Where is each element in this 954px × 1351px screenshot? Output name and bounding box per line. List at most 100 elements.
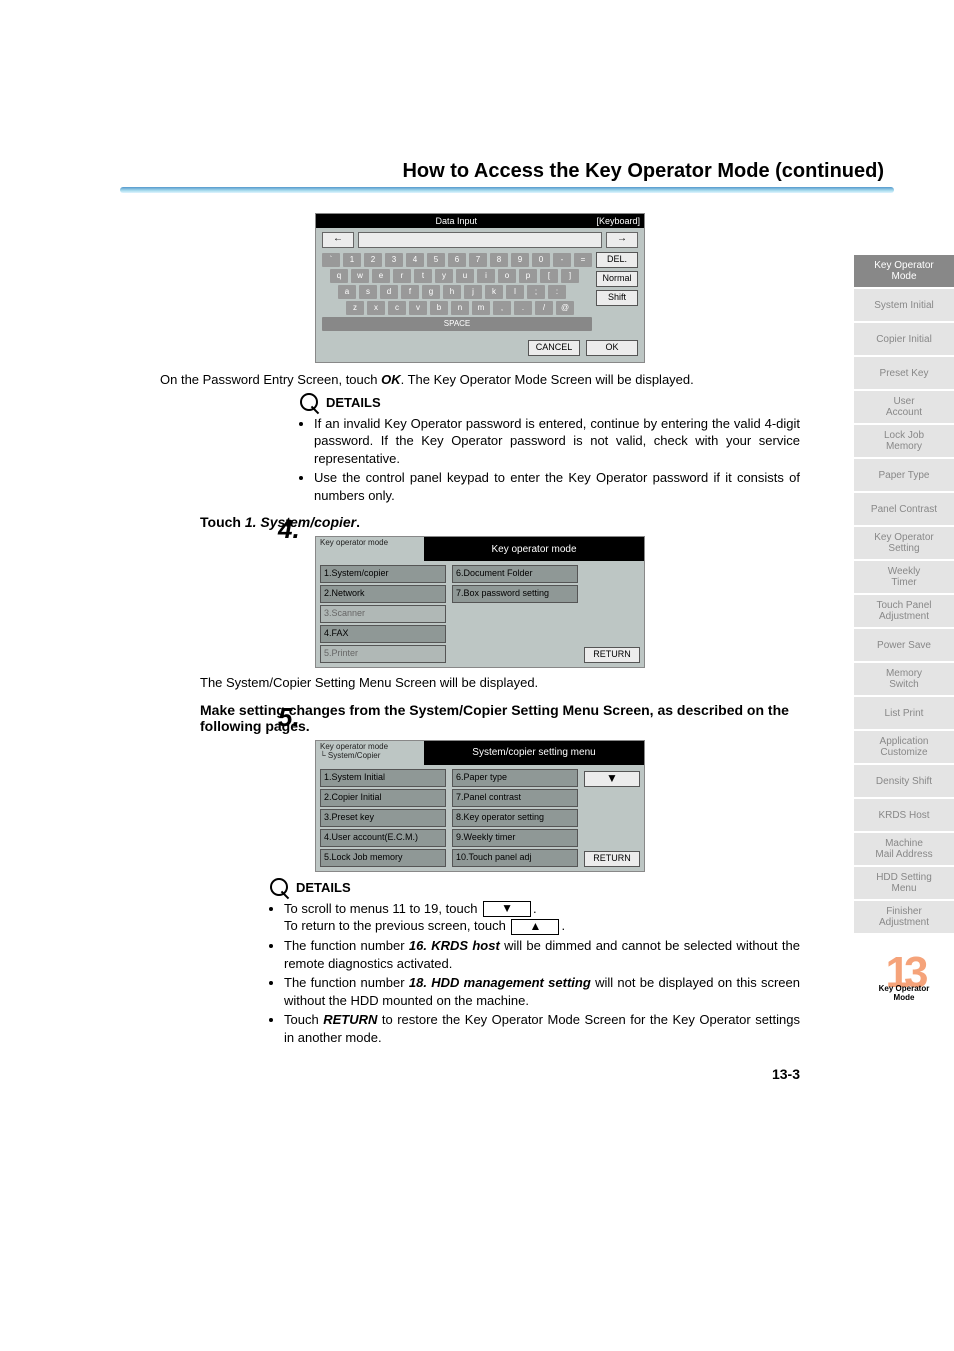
menu1-item[interactable]: 4.FAX bbox=[320, 625, 446, 643]
sidebar-item[interactable]: Density Shift bbox=[854, 765, 954, 799]
kbd-key[interactable]: t bbox=[414, 269, 432, 283]
kbd-key[interactable]: e bbox=[372, 269, 390, 283]
kbd-key[interactable]: 0 bbox=[532, 253, 550, 267]
kbd-shift-button[interactable]: Shift bbox=[596, 290, 638, 306]
menu2-item[interactable]: 3.Preset key bbox=[320, 809, 446, 827]
kbd-key[interactable]: = bbox=[574, 253, 592, 267]
kbd-key[interactable]: m bbox=[472, 301, 490, 315]
sidebar-item[interactable]: ApplicationCustomize bbox=[854, 731, 954, 765]
kbd-key[interactable]: w bbox=[351, 269, 369, 283]
menu1-item[interactable]: 1.System/copier bbox=[320, 565, 446, 583]
kbd-del-button[interactable]: DEL. bbox=[596, 252, 638, 268]
kbd-key[interactable]: o bbox=[498, 269, 516, 283]
kbd-key[interactable]: / bbox=[535, 301, 553, 315]
sidebar-item[interactable]: MachineMail Address bbox=[854, 833, 954, 867]
kbd-key[interactable]: 5 bbox=[427, 253, 445, 267]
kbd-key[interactable]: 1 bbox=[343, 253, 361, 267]
kbd-arrow-right[interactable]: → bbox=[606, 232, 638, 248]
kbd-key[interactable]: q bbox=[330, 269, 348, 283]
sidebar-item[interactable]: Panel Contrast bbox=[854, 493, 954, 527]
sidebar-item[interactable]: UserAccount bbox=[854, 391, 954, 425]
kbd-key[interactable]: , bbox=[493, 301, 511, 315]
kbd-key[interactable]: b bbox=[430, 301, 448, 315]
kbd-key[interactable]: a bbox=[338, 285, 356, 299]
step-5-number: 5. bbox=[278, 702, 300, 733]
kbd-ok-button[interactable]: OK bbox=[586, 340, 638, 356]
sidebar-item[interactable]: Key OperatorSetting bbox=[854, 527, 954, 561]
sidebar-item[interactable]: Power Save bbox=[854, 629, 954, 663]
kbd-space[interactable]: SPACE bbox=[322, 317, 592, 331]
menu2-item[interactable]: 4.User account(E.C.M.) bbox=[320, 829, 446, 847]
menu2-item[interactable]: 6.Paper type bbox=[452, 769, 578, 787]
kbd-text-field[interactable] bbox=[358, 232, 602, 248]
menu2-item[interactable]: 2.Copier Initial bbox=[320, 789, 446, 807]
menu2-title: System/copier setting menu bbox=[424, 741, 644, 765]
kbd-key[interactable]: r bbox=[393, 269, 411, 283]
kbd-key[interactable]: v bbox=[409, 301, 427, 315]
kbd-key[interactable]: z bbox=[346, 301, 364, 315]
sidebar-item[interactable]: Touch PanelAdjustment bbox=[854, 595, 954, 629]
kbd-key[interactable]: h bbox=[443, 285, 461, 299]
menu2-item[interactable]: 1.System Initial bbox=[320, 769, 446, 787]
sidebar-item[interactable]: WeeklyTimer bbox=[854, 561, 954, 595]
kbd-key[interactable]: : bbox=[548, 285, 566, 299]
kbd-key[interactable]: c bbox=[388, 301, 406, 315]
kbd-key[interactable]: y bbox=[435, 269, 453, 283]
kbd-key[interactable]: x bbox=[367, 301, 385, 315]
kbd-key[interactable]: 9 bbox=[511, 253, 529, 267]
sidebar-item[interactable]: MemorySwitch bbox=[854, 663, 954, 697]
menu1-item[interactable]: 7.Box password setting bbox=[452, 585, 578, 603]
menu2-item[interactable]: 7.Panel contrast bbox=[452, 789, 578, 807]
kbd-key[interactable]: ] bbox=[561, 269, 579, 283]
sidebar-item[interactable]: System Initial bbox=[854, 289, 954, 323]
kbd-key[interactable]: 3 bbox=[385, 253, 403, 267]
kbd-key[interactable]: ` bbox=[322, 253, 340, 267]
magnifier-icon bbox=[270, 878, 290, 898]
kbd-key[interactable]: 4 bbox=[406, 253, 424, 267]
kbd-key[interactable]: 2 bbox=[364, 253, 382, 267]
menu2-return-button[interactable]: RETURN bbox=[584, 851, 640, 867]
kbd-key[interactable]: f bbox=[401, 285, 419, 299]
kbd-key[interactable]: @ bbox=[556, 301, 574, 315]
sidebar-item[interactable]: KRDS Host bbox=[854, 799, 954, 833]
sidebar-item[interactable]: Copier Initial bbox=[854, 323, 954, 357]
kbd-key[interactable]: g bbox=[422, 285, 440, 299]
sidebar-item[interactable]: FinisherAdjustment bbox=[854, 901, 954, 935]
menu2-item[interactable]: 8.Key operator setting bbox=[452, 809, 578, 827]
kbd-key[interactable]: - bbox=[553, 253, 571, 267]
kbd-arrow-left[interactable]: ← bbox=[322, 232, 354, 248]
sidebar-item[interactable]: List Print bbox=[854, 697, 954, 731]
kbd-key[interactable]: l bbox=[506, 285, 524, 299]
sidebar-item[interactable]: Key OperatorMode bbox=[854, 255, 954, 289]
kbd-key[interactable]: k bbox=[485, 285, 503, 299]
kbd-cancel-button[interactable]: CANCEL bbox=[528, 340, 580, 356]
kbd-key[interactable]: ; bbox=[527, 285, 545, 299]
sidebar-item[interactable]: Lock JobMemory bbox=[854, 425, 954, 459]
sidebar-item[interactable]: HDD SettingMenu bbox=[854, 867, 954, 901]
menu2-scroll-down[interactable]: ▼ bbox=[584, 771, 640, 787]
kbd-key[interactable]: n bbox=[451, 301, 469, 315]
kbd-key[interactable]: i bbox=[477, 269, 495, 283]
menu1-return-button[interactable]: RETURN bbox=[584, 647, 640, 663]
sidebar-item[interactable]: Paper Type bbox=[854, 459, 954, 493]
sidebar-item[interactable]: Preset Key bbox=[854, 357, 954, 391]
kbd-key[interactable]: [ bbox=[540, 269, 558, 283]
kbd-key[interactable]: 6 bbox=[448, 253, 466, 267]
kbd-key[interactable]: . bbox=[514, 301, 532, 315]
menu2-item[interactable]: 10.Touch panel adj bbox=[452, 849, 578, 867]
kbd-key[interactable]: p bbox=[519, 269, 537, 283]
menu1-item: 3.Scanner bbox=[320, 605, 446, 623]
kbd-key[interactable]: u bbox=[456, 269, 474, 283]
kbd-key[interactable]: d bbox=[380, 285, 398, 299]
kbd-key[interactable]: 8 bbox=[490, 253, 508, 267]
menu1-item[interactable]: 2.Network bbox=[320, 585, 446, 603]
kbd-key[interactable]: 7 bbox=[469, 253, 487, 267]
menu1-title: Key operator mode bbox=[424, 537, 644, 561]
kbd-normal-button[interactable]: Normal bbox=[596, 271, 638, 287]
kbd-key[interactable]: s bbox=[359, 285, 377, 299]
menu1-item[interactable]: 6.Document Folder bbox=[452, 565, 578, 583]
menu2-item[interactable]: 5.Lock Job memory bbox=[320, 849, 446, 867]
kbd-key[interactable]: j bbox=[464, 285, 482, 299]
page-number: 13-3 bbox=[160, 1066, 800, 1082]
menu2-item[interactable]: 9.Weekly timer bbox=[452, 829, 578, 847]
